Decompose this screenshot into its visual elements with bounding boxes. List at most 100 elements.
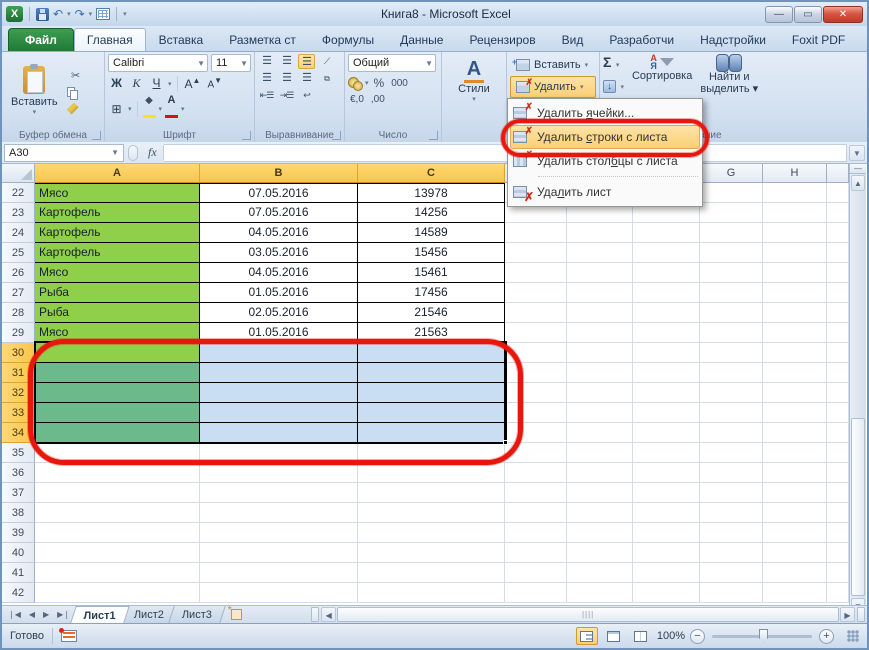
cell-A30[interactable] bbox=[35, 343, 200, 363]
scroll-up-icon[interactable]: ▲ bbox=[851, 175, 865, 191]
cell-G38[interactable] bbox=[700, 503, 763, 523]
cell-F25[interactable] bbox=[633, 243, 700, 263]
cell-B28[interactable]: 02.05.2016 bbox=[200, 303, 358, 323]
cell-G29[interactable] bbox=[700, 323, 763, 343]
cell-C29[interactable]: 21563 bbox=[358, 323, 505, 343]
cell-B34[interactable] bbox=[200, 423, 358, 443]
cell-A31[interactable] bbox=[35, 363, 200, 383]
tab-Файл[interactable]: Файл bbox=[8, 28, 74, 51]
formula-input[interactable] bbox=[164, 144, 847, 162]
row-header-36[interactable]: 36 bbox=[2, 463, 35, 483]
cell-I42[interactable] bbox=[827, 583, 849, 603]
tab-split-handle[interactable] bbox=[311, 607, 319, 622]
cell-A38[interactable] bbox=[35, 503, 200, 523]
cell-D42[interactable] bbox=[505, 583, 567, 603]
chevron-down-icon[interactable]: ▾ bbox=[580, 83, 584, 91]
scroll-right-icon[interactable]: ▶ bbox=[840, 607, 855, 622]
cell-B26[interactable]: 04.05.2016 bbox=[200, 263, 358, 283]
chevron-down-icon[interactable]: ▼ bbox=[111, 148, 119, 157]
next-sheet-icon[interactable]: ▶ bbox=[40, 610, 52, 619]
page-break-view-button[interactable] bbox=[630, 627, 652, 645]
tab-Данные[interactable]: Данные bbox=[387, 28, 456, 51]
scroll-down-icon[interactable]: ▼ bbox=[851, 598, 865, 605]
cell-D27[interactable] bbox=[505, 283, 567, 303]
thousands-format-button[interactable]: 000 bbox=[389, 78, 410, 89]
cell-D36[interactable] bbox=[505, 463, 567, 483]
cell-B24[interactable]: 04.05.2016 bbox=[200, 223, 358, 243]
cell-B27[interactable]: 01.05.2016 bbox=[200, 283, 358, 303]
fill-color-button[interactable]: ◆ bbox=[143, 96, 156, 123]
sheet-tab-Лист3[interactable]: Лист3 bbox=[168, 606, 226, 623]
find-select-button[interactable]: Найти ивыделить ▾ bbox=[700, 54, 758, 95]
cell-F32[interactable] bbox=[633, 383, 700, 403]
cell-A23[interactable]: Картофель bbox=[35, 203, 200, 223]
cell-G37[interactable] bbox=[700, 483, 763, 503]
resize-grip[interactable] bbox=[847, 630, 859, 642]
cell-B41[interactable] bbox=[200, 563, 358, 583]
cell-E25[interactable] bbox=[567, 243, 633, 263]
zoom-slider[interactable] bbox=[712, 635, 812, 638]
row-header-30[interactable]: 30 bbox=[2, 343, 35, 363]
tab-Foxit PDF[interactable]: Foxit PDF bbox=[779, 28, 858, 51]
cell-F26[interactable] bbox=[633, 263, 700, 283]
cell-B33[interactable] bbox=[200, 403, 358, 423]
cell-G34[interactable] bbox=[700, 423, 763, 443]
cell-A29[interactable]: Мясо bbox=[35, 323, 200, 343]
row-header-24[interactable]: 24 bbox=[2, 223, 35, 243]
tab-Формулы[interactable]: Формулы bbox=[309, 28, 387, 51]
merge-center-button[interactable]: ⧉ bbox=[318, 71, 335, 86]
insert-cells-button[interactable]: + Вставить ▾ bbox=[510, 54, 596, 76]
cell-F34[interactable] bbox=[633, 423, 700, 443]
cell-E26[interactable] bbox=[567, 263, 633, 283]
cell-G35[interactable] bbox=[700, 443, 763, 463]
dialog-launcher-icon[interactable] bbox=[332, 131, 341, 140]
sort-filter-button[interactable]: АЯ Сортировка bbox=[632, 54, 692, 95]
cell-E36[interactable] bbox=[567, 463, 633, 483]
zoom-level[interactable]: 100% bbox=[657, 630, 685, 642]
font-name-combo[interactable]: Calibri▼ bbox=[108, 54, 208, 72]
zoom-slider-handle[interactable] bbox=[759, 629, 768, 643]
cell-F35[interactable] bbox=[633, 443, 700, 463]
chevron-down-icon[interactable]: ▾ bbox=[585, 61, 589, 69]
cell-B22[interactable]: 07.05.2016 bbox=[200, 183, 358, 203]
redo-icon[interactable]: ↷ bbox=[75, 7, 85, 21]
tab-ABBYY PDF T[interactable]: ABBYY PDF T bbox=[858, 28, 869, 51]
cell-G23[interactable] bbox=[700, 203, 763, 223]
cell-G33[interactable] bbox=[700, 403, 763, 423]
cell-G27[interactable] bbox=[700, 283, 763, 303]
cell-B37[interactable] bbox=[200, 483, 358, 503]
grow-font-button[interactable]: А▲ bbox=[183, 76, 203, 91]
cell-G25[interactable] bbox=[700, 243, 763, 263]
zoom-in-button[interactable]: + bbox=[819, 629, 834, 644]
cell-E41[interactable] bbox=[567, 563, 633, 583]
dialog-launcher-icon[interactable] bbox=[92, 131, 101, 140]
cell-I40[interactable] bbox=[827, 543, 849, 563]
fill-handle[interactable] bbox=[503, 440, 508, 445]
minimize-button[interactable]: — bbox=[765, 6, 793, 23]
cell-D41[interactable] bbox=[505, 563, 567, 583]
cell-A28[interactable]: Рыба bbox=[35, 303, 200, 323]
tab-Разметка ст[interactable]: Разметка ст bbox=[216, 28, 309, 51]
cell-C39[interactable] bbox=[358, 523, 505, 543]
tab-Главная[interactable]: Главная bbox=[74, 28, 146, 51]
cell-I37[interactable] bbox=[827, 483, 849, 503]
cell-C40[interactable] bbox=[358, 543, 505, 563]
paste-dropdown-icon[interactable]: ▾ bbox=[33, 108, 37, 116]
cell-B35[interactable] bbox=[200, 443, 358, 463]
row-header-29[interactable]: 29 bbox=[2, 323, 35, 343]
tab-Разработчи[interactable]: Разработчи bbox=[596, 28, 687, 51]
cell-E32[interactable] bbox=[567, 383, 633, 403]
cell-G39[interactable] bbox=[700, 523, 763, 543]
align-right-button[interactable]: ☰ bbox=[298, 71, 315, 86]
cell-D35[interactable] bbox=[505, 443, 567, 463]
sheet-tab-Лист1[interactable]: Лист1 bbox=[70, 606, 130, 623]
paste-button[interactable]: Вставить ▾ bbox=[5, 64, 64, 118]
cell-D32[interactable] bbox=[505, 383, 567, 403]
cell-C27[interactable]: 17456 bbox=[358, 283, 505, 303]
formula-bar-divider[interactable] bbox=[128, 145, 138, 161]
cell-G26[interactable] bbox=[700, 263, 763, 283]
row-header-37[interactable]: 37 bbox=[2, 483, 35, 503]
undo-icon[interactable]: ↶ bbox=[53, 7, 63, 21]
cell-I32[interactable] bbox=[827, 383, 849, 403]
cell-G24[interactable] bbox=[700, 223, 763, 243]
